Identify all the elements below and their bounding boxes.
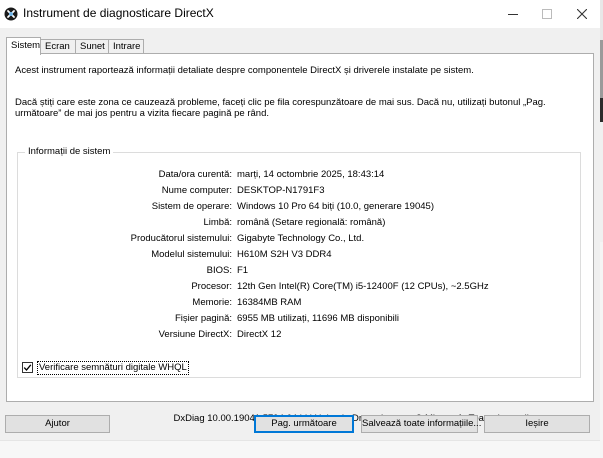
info-label: Versiune DirectX: <box>158 329 232 340</box>
close-icon <box>577 9 587 19</box>
tab-sistem[interactable]: Sistem <box>6 37 41 55</box>
info-value: română (Setare regională: română) <box>237 217 386 228</box>
save-all-info-button[interactable]: Salvează toate informațiile... <box>361 415 481 433</box>
info-value: F1 <box>237 265 249 276</box>
tab-sunet[interactable]: Sunet <box>75 39 109 54</box>
intro-text: Acest instrument raportează informații d… <box>15 65 474 76</box>
checkmark-icon <box>23 364 32 371</box>
info-label: Nume computer: <box>161 185 232 196</box>
minimize-icon <box>508 14 518 15</box>
info-value: DirectX 12 <box>237 329 282 340</box>
info-label: Producătorul sistemului: <box>130 233 232 244</box>
info-value: marți, 14 octombrie 2025, 18:43:14 <box>237 169 385 180</box>
exit-button[interactable]: Ieșire <box>484 415 590 433</box>
info-row-directx-version: Versiune DirectX: DirectX 12 <box>18 329 582 341</box>
info-row-pagefile: Fișier pagină: 6955 MB utilizați, 11696 … <box>18 313 582 325</box>
info-label: Procesor: <box>191 281 232 292</box>
next-page-button[interactable]: Pag. următoare <box>254 415 354 433</box>
close-button[interactable] <box>565 0 599 28</box>
maximize-button[interactable] <box>530 0 564 28</box>
info-row-computer-name: Nume computer: DESKTOP-N1791F3 <box>18 185 582 197</box>
maximize-icon <box>542 9 552 19</box>
title-bar: Instrument de diagnosticare DirectX <box>0 0 603 28</box>
info-value: Gigabyte Technology Co., Ltd. <box>237 233 365 244</box>
system-info-group: Informații de sistem Data/ora curentă: m… <box>17 146 582 378</box>
info-label: Data/ora curentă: <box>158 169 232 180</box>
tab-panel-sistem: Acest instrument raportează informații d… <box>6 53 594 424</box>
group-legend: Informații de sistem <box>25 146 114 158</box>
background-window-strip <box>0 440 600 458</box>
info-row-datetime: Data/ora curentă: marți, 14 octombrie 20… <box>18 169 582 181</box>
directx-icon <box>4 7 18 21</box>
whql-checkbox-label[interactable]: Verificare semnături digitale WHQL <box>37 361 189 375</box>
info-row-manufacturer: Producătorul sistemului: Gigabyte Techno… <box>18 233 582 245</box>
whql-checkbox[interactable] <box>22 362 33 373</box>
info-row-language: Limbă: română (Setare regională: română) <box>18 217 582 229</box>
info-label: Memorie: <box>192 297 232 308</box>
info-label: Sistem de operare: <box>151 201 232 212</box>
info-row-processor: Procesor: 12th Gen Intel(R) Core(TM) i5-… <box>18 281 582 293</box>
tab-intrare[interactable]: Intrare <box>108 39 144 54</box>
info-value: H610M S2H V3 DDR4 <box>237 249 332 260</box>
info-row-memory: Memorie: 16384MB RAM <box>18 297 582 309</box>
info-row-bios: BIOS: F1 <box>18 265 582 277</box>
info-row-model: Modelul sistemului: H610M S2H V3 DDR4 <box>18 249 582 261</box>
info-label: Limbă: <box>203 217 232 228</box>
tab-ecran[interactable]: Ecran <box>40 39 76 54</box>
info-row-os: Sistem de operare: Windows 10 Pro 64 biț… <box>18 201 582 213</box>
info-label: Modelul sistemului: <box>151 249 232 260</box>
info-value: 12th Gen Intel(R) Core(TM) i5-12400F (12… <box>237 281 489 292</box>
info-label: BIOS: <box>206 265 232 276</box>
instructions-text: Dacă știți care este zona ce cauzează pr… <box>15 97 546 119</box>
info-label: Fișier pagină: <box>174 313 232 324</box>
info-value: DESKTOP-N1791F3 <box>237 185 325 196</box>
dialog-body: Sistem Ecran Sunet Intrare Acest instrum… <box>0 28 600 440</box>
minimize-button[interactable] <box>496 0 530 28</box>
info-value: 6955 MB utilizați, 11696 MB disponibili <box>237 313 399 324</box>
info-value: Windows 10 Pro 64 biți (10.0, generare 1… <box>237 201 434 212</box>
help-button[interactable]: Ajutor <box>5 415 110 433</box>
window-title: Instrument de diagnosticare DirectX <box>23 6 214 20</box>
info-value: 16384MB RAM <box>237 297 302 308</box>
